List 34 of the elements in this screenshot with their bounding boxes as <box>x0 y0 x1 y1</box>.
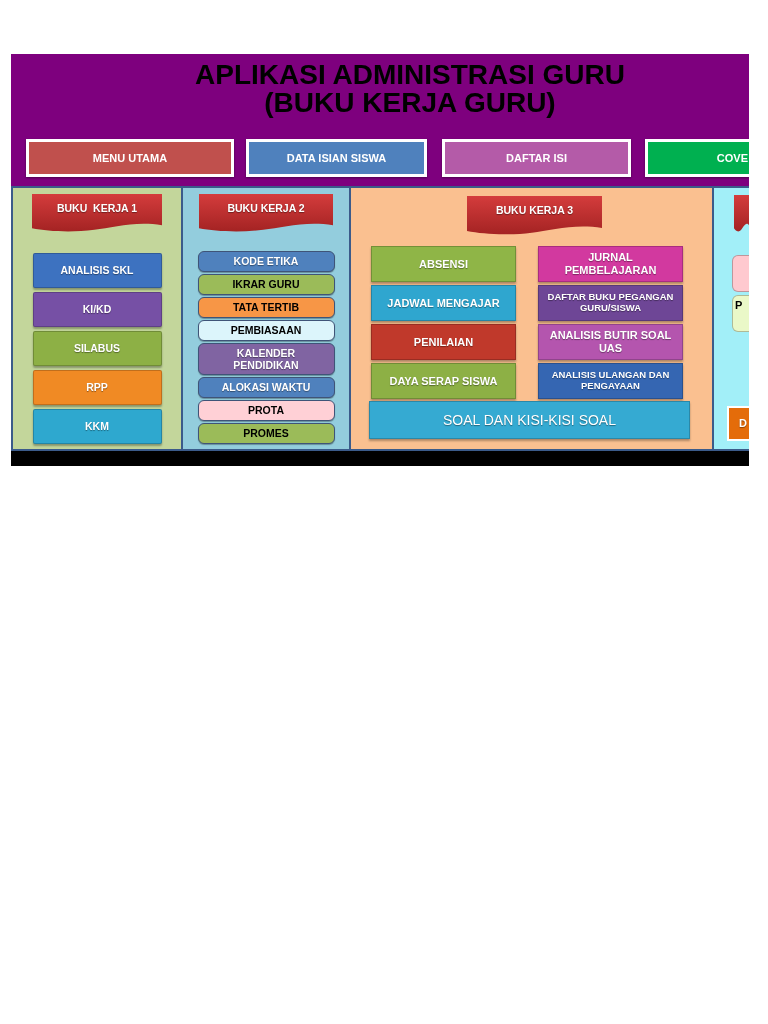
menu-button[interactable]: SOAL DAN KISI-KISI SOAL <box>369 401 690 439</box>
menu-button[interactable] <box>732 255 749 292</box>
app-title: APLIKASI ADMINISTRASI GURU (BUKU KERJA GURU) <box>195 61 625 117</box>
menu-button[interactable]: ALOKASI WAKTU <box>197 377 335 398</box>
menu-button[interactable]: JURNAL PEMBELAJARAN <box>538 246 683 282</box>
section-banner: BUKU KERJA 2 <box>199 194 333 232</box>
menu-button[interactable]: KKM <box>32 409 162 444</box>
menu-button[interactable]: ANALISIS SKL <box>32 253 162 288</box>
section-banner: BUKU KERJA 3 <box>467 196 602 235</box>
menu-button[interactable]: ANALISIS BUTIR SOAL UAS <box>538 324 683 360</box>
menu-button[interactable]: KODE ETIKA <box>197 251 335 272</box>
menu-button[interactable]: P <box>732 295 749 332</box>
menu-button[interactable]: ANALISIS ULANGAN DAN PENGAYAAN <box>538 363 683 399</box>
menu-button[interactable]: RPP <box>32 370 162 405</box>
menu-button[interactable]: JADWAL MENGAJAR <box>371 285 516 321</box>
nav-button[interactable]: DATA ISIAN SISWA <box>246 139 427 177</box>
menu-button[interactable]: D <box>727 406 749 441</box>
menu-button[interactable]: IKRAR GURU <box>197 274 335 295</box>
menu-button[interactable]: PROMES <box>197 423 335 444</box>
menu-button[interactable]: PROTA <box>197 400 335 421</box>
menu-button[interactable]: TATA TERTIB <box>197 297 335 318</box>
menu-button[interactable]: SILABUS <box>32 331 162 366</box>
menu-button[interactable]: PEMBIASAAN <box>197 320 335 341</box>
menu-button[interactable]: PENILAIAN <box>371 324 516 360</box>
nav-button[interactable]: COVE <box>645 139 749 177</box>
menu-button[interactable]: DAYA SERAP SISWA <box>371 363 516 399</box>
menu-button[interactable]: KALENDER PENDIDIKAN <box>197 343 335 375</box>
menu-button[interactable]: ABSENSI <box>371 246 516 282</box>
menu-button[interactable]: DAFTAR BUKU PEGANGAN GURU/SISWA <box>538 285 683 321</box>
menu-button[interactable]: KI/KD <box>32 292 162 327</box>
nav-button[interactable]: MENU UTAMA <box>26 139 234 177</box>
section-banner: BUKU KERJA 1 <box>32 194 162 232</box>
nav-button[interactable]: DAFTAR ISI <box>442 139 631 177</box>
section-banner <box>734 195 749 232</box>
